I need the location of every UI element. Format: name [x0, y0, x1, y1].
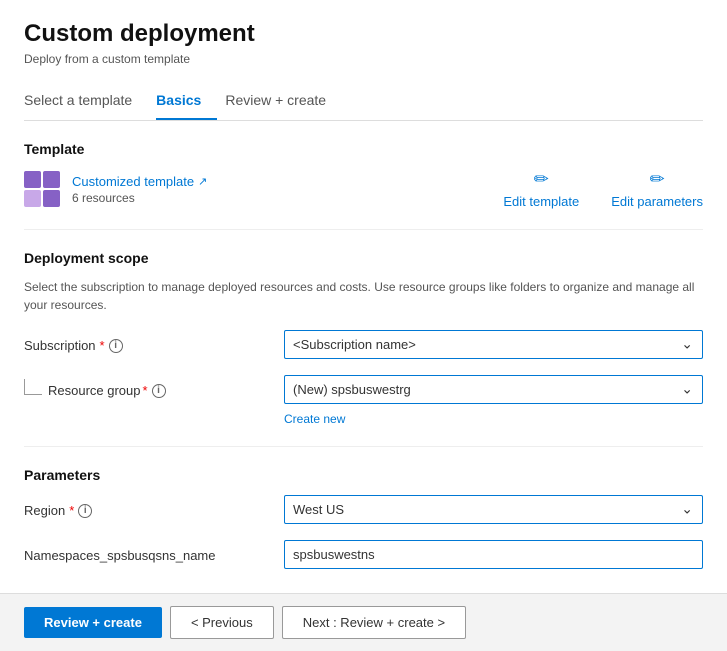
resource-group-row: Resource group * i (New) spsbuswestrg [24, 375, 703, 404]
template-actions: ✏ Edit template ✏ Edit parameters [503, 169, 703, 209]
namespace-row: Namespaces_spsbusqsns_name [24, 540, 703, 569]
region-row: Region * i West US [24, 495, 703, 524]
page-subtitle: Deploy from a custom template [24, 52, 703, 66]
resource-group-control: (New) spsbuswestrg [284, 375, 703, 404]
subscription-select-wrapper: <Subscription name> [284, 330, 703, 359]
region-control: West US [284, 495, 703, 524]
icon-block-2 [43, 171, 60, 188]
template-info: Customized template ↗ 6 resources [24, 171, 207, 207]
edit-parameters-button[interactable]: ✏ Edit parameters [611, 169, 703, 209]
icon-block-4 [43, 190, 60, 207]
tab-basics[interactable]: Basics [156, 82, 217, 120]
previous-button[interactable]: < Previous [170, 606, 274, 639]
resource-group-indent: Resource group * i [24, 375, 284, 398]
region-select[interactable]: West US [284, 495, 703, 524]
tab-select-template[interactable]: Select a template [24, 82, 148, 120]
tab-review-create[interactable]: Review + create [225, 82, 342, 120]
create-new-link[interactable]: Create new [284, 412, 345, 426]
subscription-label: Subscription * i [24, 330, 284, 353]
subscription-control: <Subscription name> [284, 330, 703, 359]
region-required: * [69, 503, 74, 518]
region-select-wrapper: West US [284, 495, 703, 524]
resource-group-required: * [143, 383, 148, 398]
resource-group-select[interactable]: (New) spsbuswestrg [284, 375, 703, 404]
region-label: Region * i [24, 495, 284, 518]
scope-description: Select the subscription to manage deploy… [24, 278, 703, 314]
resource-group-select-wrapper: (New) spsbuswestrg [284, 375, 703, 404]
namespace-control [284, 540, 703, 569]
template-section-heading: Template [24, 141, 703, 157]
subscription-required: * [100, 338, 105, 353]
namespace-label: Namespaces_spsbusqsns_name [24, 540, 284, 563]
deployment-scope-section: Deployment scope Select the subscription… [24, 250, 703, 447]
tab-bar: Select a template Basics Review + create [24, 82, 703, 121]
template-resources: 6 resources [72, 191, 207, 205]
next-button[interactable]: Next : Review + create > [282, 606, 466, 639]
template-icon [24, 171, 60, 207]
page-title: Custom deployment [24, 20, 703, 48]
edit-template-icon: ✏ [534, 169, 549, 190]
footer-bar: Review + create < Previous Next : Review… [0, 593, 727, 651]
namespace-input[interactable] [284, 540, 703, 569]
subscription-select[interactable]: <Subscription name> [284, 330, 703, 359]
review-create-button[interactable]: Review + create [24, 607, 162, 638]
subscription-row: Subscription * i <Subscription name> [24, 330, 703, 359]
indent-line [24, 379, 42, 395]
parameters-heading: Parameters [24, 467, 703, 483]
edit-parameters-icon: ✏ [650, 169, 665, 190]
external-link-icon: ↗ [198, 175, 207, 188]
edit-template-button[interactable]: ✏ Edit template [503, 169, 579, 209]
template-row: Customized template ↗ 6 resources ✏ Edit… [24, 169, 703, 209]
parameters-section: Parameters Region * i West US Namespaces… [24, 467, 703, 569]
deployment-scope-heading: Deployment scope [24, 250, 703, 266]
template-section: Template Customized template ↗ 6 resourc… [24, 141, 703, 230]
icon-block-3 [24, 190, 41, 207]
template-name-link[interactable]: Customized template ↗ [72, 174, 207, 189]
icon-block-1 [24, 171, 41, 188]
region-info-icon[interactable]: i [78, 504, 92, 518]
resource-group-info-icon[interactable]: i [152, 384, 166, 398]
subscription-info-icon[interactable]: i [109, 339, 123, 353]
template-name-wrapper: Customized template ↗ 6 resources [72, 174, 207, 205]
